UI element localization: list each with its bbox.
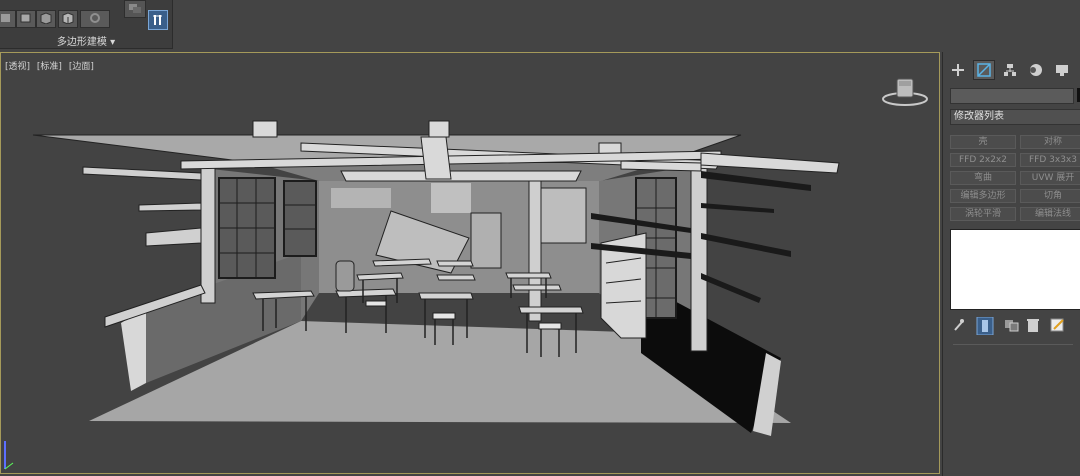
- make-unique-icon[interactable]: [1004, 317, 1020, 333]
- ribbon-group-title[interactable]: 多边形建模 ▾: [0, 33, 172, 48]
- show-end-result-icon[interactable]: [976, 317, 994, 335]
- command-panel: 修改器列表 壳 对称 FFD 2x2x2 FFD 3x3x3 弯曲 UVW 展开…: [942, 52, 1080, 476]
- create-plus-icon[interactable]: [947, 60, 969, 80]
- ffd222-modifier-button[interactable]: FFD 2x2x2: [950, 153, 1016, 167]
- bend-modifier-button[interactable]: 弯曲: [950, 171, 1016, 185]
- motion-icon[interactable]: [1025, 60, 1047, 80]
- box-icon[interactable]: [16, 10, 36, 28]
- ffd333-modifier-button[interactable]: FFD 3x3x3: [1020, 153, 1080, 167]
- perspective-viewport[interactable]: [透视] [标准] [边面]: [0, 52, 940, 474]
- axis-gizmo-icon: [4, 441, 14, 470]
- viewport-shading-label[interactable]: [标准]: [37, 62, 62, 72]
- edit-poly-modifier-button[interactable]: 编辑多边形: [950, 189, 1016, 203]
- modifier-stack-list[interactable]: [950, 229, 1080, 310]
- cube-icon[interactable]: [36, 10, 56, 28]
- edit-normals-modifier-button[interactable]: 编辑法线: [1020, 207, 1080, 221]
- uvw-unwrap-modifier-button[interactable]: UVW 展开: [1020, 171, 1080, 185]
- chamfer-modifier-button[interactable]: 切角: [1020, 189, 1080, 203]
- turbosmooth-modifier-button[interactable]: 涡轮平滑: [950, 207, 1016, 221]
- ribbon: 多边形建模 ▾: [0, 0, 1080, 50]
- display-icon[interactable]: [1051, 60, 1073, 80]
- ring-icon[interactable]: [80, 10, 110, 28]
- viewcube-icon[interactable]: [879, 75, 931, 111]
- pin-icon[interactable]: [952, 317, 966, 333]
- remove-modifier-icon[interactable]: [1026, 317, 1040, 333]
- edge-tool-icon[interactable]: [0, 10, 16, 28]
- shaded-cube-icon[interactable]: [58, 10, 78, 28]
- layer-icon[interactable]: [124, 0, 146, 18]
- modifier-list-dropdown[interactable]: 修改器列表: [950, 109, 1080, 125]
- classroom-scene: [32, 120, 840, 436]
- hierarchy-icon[interactable]: [999, 60, 1021, 80]
- active-toggle-icon[interactable]: [148, 10, 168, 30]
- viewport-label-menu[interactable]: [透视] [标准] [边面]: [5, 59, 98, 72]
- shell-modifier-button[interactable]: 壳: [950, 135, 1016, 149]
- symmetry-modifier-button[interactable]: 对称: [1020, 135, 1080, 149]
- object-name-field[interactable]: [950, 88, 1074, 104]
- modifier-stack-toolbar: [950, 317, 1080, 337]
- command-panel-tabs: [947, 60, 1080, 82]
- viewport-display-label[interactable]: [边面]: [69, 62, 94, 72]
- configure-icon[interactable]: [1050, 317, 1066, 333]
- panel-divider: [953, 344, 1073, 345]
- viewport-view-label[interactable]: [透视]: [5, 62, 30, 72]
- modify-icon[interactable]: [973, 60, 995, 80]
